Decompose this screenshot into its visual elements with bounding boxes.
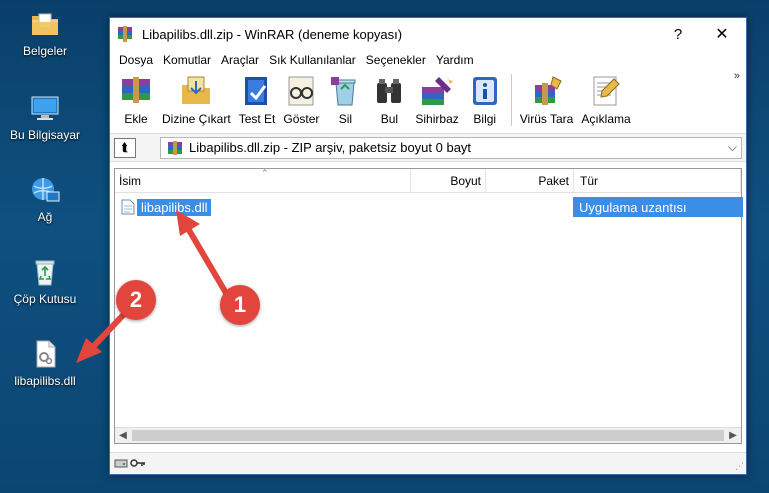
dll-file-icon xyxy=(29,338,61,370)
title-bar[interactable]: Libapilibs.dll.zip - WinRAR (deneme kopy… xyxy=(110,18,746,50)
winrar-app-icon xyxy=(118,26,132,42)
desktop-icon-network[interactable]: Ağ xyxy=(0,174,90,224)
column-header-label: İsim xyxy=(119,173,141,188)
toolbar-view-button[interactable]: Göster xyxy=(279,70,323,130)
toolbar-label: Sil xyxy=(338,112,353,126)
scroll-left-icon[interactable]: ◀ xyxy=(115,430,131,441)
address-bar: ⮬ Libapilibs.dll.zip - ZIP arşiv, pakets… xyxy=(110,134,746,162)
view-glasses-icon xyxy=(288,76,314,106)
desktop-icon-label: Çöp Kutusu xyxy=(13,292,77,306)
desktop-icon-dll-file[interactable]: libapilibs.dll xyxy=(0,338,90,388)
column-header-size[interactable]: Boyut xyxy=(411,169,486,192)
file-type-cell: Uygulama uzantısı xyxy=(573,197,743,217)
comment-pen-icon xyxy=(593,76,620,106)
wizard-icon xyxy=(422,76,454,105)
computer-icon xyxy=(29,92,61,124)
toolbar-label: Test Et xyxy=(238,112,276,126)
toolbar-add-button[interactable]: Ekle xyxy=(114,70,158,130)
menu-secenekler[interactable]: Seçenekler xyxy=(361,53,431,67)
toolbar-label: Virüs Tara xyxy=(519,112,574,126)
toolbar-label: Dizine Çıkart xyxy=(162,112,231,126)
toolbar-label: Bilgi xyxy=(473,112,497,126)
annotation-badge-1: 1 xyxy=(220,285,260,325)
status-bar: ⋰ xyxy=(110,452,746,474)
folder-documents-icon xyxy=(29,8,61,40)
help-button[interactable]: ? xyxy=(656,18,700,50)
toolbar-more-chevron-icon[interactable]: » xyxy=(734,70,740,82)
toolbar-wizard-button[interactable]: Sihirbaz xyxy=(411,70,462,130)
toolbar-label: Göster xyxy=(283,112,320,126)
window-title: Libapilibs.dll.zip - WinRAR (deneme kopy… xyxy=(142,26,403,42)
resize-grip-icon[interactable]: ⋰ xyxy=(735,461,744,472)
add-books-icon xyxy=(122,77,150,103)
archive-path-text: Libapilibs.dll.zip - ZIP arşiv, paketsiz… xyxy=(189,140,472,155)
up-folder-button[interactable]: ⮬ xyxy=(114,137,136,158)
column-header-row: İsim ⌃ Boyut Paket Tür xyxy=(115,168,741,193)
toolbar: Ekle Dizine Çıkart Test Et Göster Sil Bu… xyxy=(110,70,746,134)
status-icons xyxy=(114,457,146,471)
menu-sik-kullanilanlar[interactable]: Sık Kullanılanlar xyxy=(264,53,361,67)
desktop-icon-label: Belgeler xyxy=(22,44,68,58)
file-name-cell: libapilibs.dll xyxy=(137,198,212,216)
toolbar-info-button[interactable]: Bilgi xyxy=(463,70,507,130)
find-binoculars-icon xyxy=(377,79,402,103)
chevron-down-icon[interactable]: ⌵ xyxy=(728,140,737,155)
scroll-thumb[interactable] xyxy=(132,430,724,441)
desktop-icon-label: libapilibs.dll xyxy=(14,374,76,388)
toolbar-label: Açıklama xyxy=(581,112,631,126)
menu-komutlar[interactable]: Komutlar xyxy=(158,53,216,67)
menu-bar: Dosya Komutlar Araçlar Sık Kullanılanlar… xyxy=(110,50,746,70)
scroll-right-icon[interactable]: ▶ xyxy=(725,430,741,441)
file-list[interactable]: İsim ⌃ Boyut Paket Tür libapilibs.dll Uy… xyxy=(114,168,743,444)
recycle-bin-icon xyxy=(29,256,61,288)
annotation-badge-2: 2 xyxy=(116,280,156,320)
desktop-icon-documents[interactable]: Belgeler xyxy=(0,8,90,58)
zip-archive-icon xyxy=(168,140,182,155)
toolbar-delete-button[interactable]: Sil xyxy=(323,70,367,130)
toolbar-separator xyxy=(510,74,512,126)
table-row[interactable]: libapilibs.dll Uygulama uzantısı xyxy=(121,197,743,217)
archive-path-field[interactable]: Libapilibs.dll.zip - ZIP arşiv, paketsiz… xyxy=(160,136,742,159)
close-button[interactable]: ✕ xyxy=(700,18,744,50)
toolbar-find-button[interactable]: Bul xyxy=(367,70,411,130)
menu-araclar[interactable]: Araçlar xyxy=(216,53,264,67)
extract-folder-icon xyxy=(182,76,211,104)
toolbar-label: Sihirbaz xyxy=(415,112,459,126)
menu-yardim[interactable]: Yardım xyxy=(431,53,479,67)
toolbar-virus-scan-button[interactable]: Virüs Tara xyxy=(516,70,578,130)
toolbar-label: Ekle xyxy=(124,112,148,126)
info-icon xyxy=(472,77,497,105)
menu-dosya[interactable]: Dosya xyxy=(114,53,158,67)
sort-ascending-icon: ⌃ xyxy=(261,168,269,178)
desktop-icon-label: Bu Bilgisayar xyxy=(9,128,81,142)
column-header-packed[interactable]: Paket xyxy=(486,169,574,192)
key-icon[interactable] xyxy=(130,457,146,469)
toolbar-comment-button[interactable]: Açıklama xyxy=(577,70,634,130)
dll-file-icon xyxy=(121,199,135,215)
horizontal-scrollbar[interactable]: ◀ ▶ xyxy=(115,427,741,443)
desktop-icon-label: Ağ xyxy=(37,210,53,224)
column-header-type[interactable]: Tür xyxy=(574,169,741,192)
desktop-icon-recycle-bin[interactable]: Çöp Kutusu xyxy=(0,256,90,306)
toolbar-label: Bul xyxy=(380,112,399,126)
column-header-name[interactable]: İsim ⌃ xyxy=(115,168,411,192)
virus-scan-icon xyxy=(534,76,562,105)
toolbar-test-button[interactable]: Test Et xyxy=(235,70,280,130)
test-check-icon xyxy=(245,77,268,105)
winrar-window: Libapilibs.dll.zip - WinRAR (deneme kopy… xyxy=(109,17,747,475)
network-icon xyxy=(29,174,61,206)
drive-icon[interactable] xyxy=(114,457,128,469)
delete-recycle-icon xyxy=(331,77,356,106)
desktop-icon-this-pc[interactable]: Bu Bilgisayar xyxy=(0,92,90,142)
toolbar-extract-button[interactable]: Dizine Çıkart xyxy=(158,70,235,130)
